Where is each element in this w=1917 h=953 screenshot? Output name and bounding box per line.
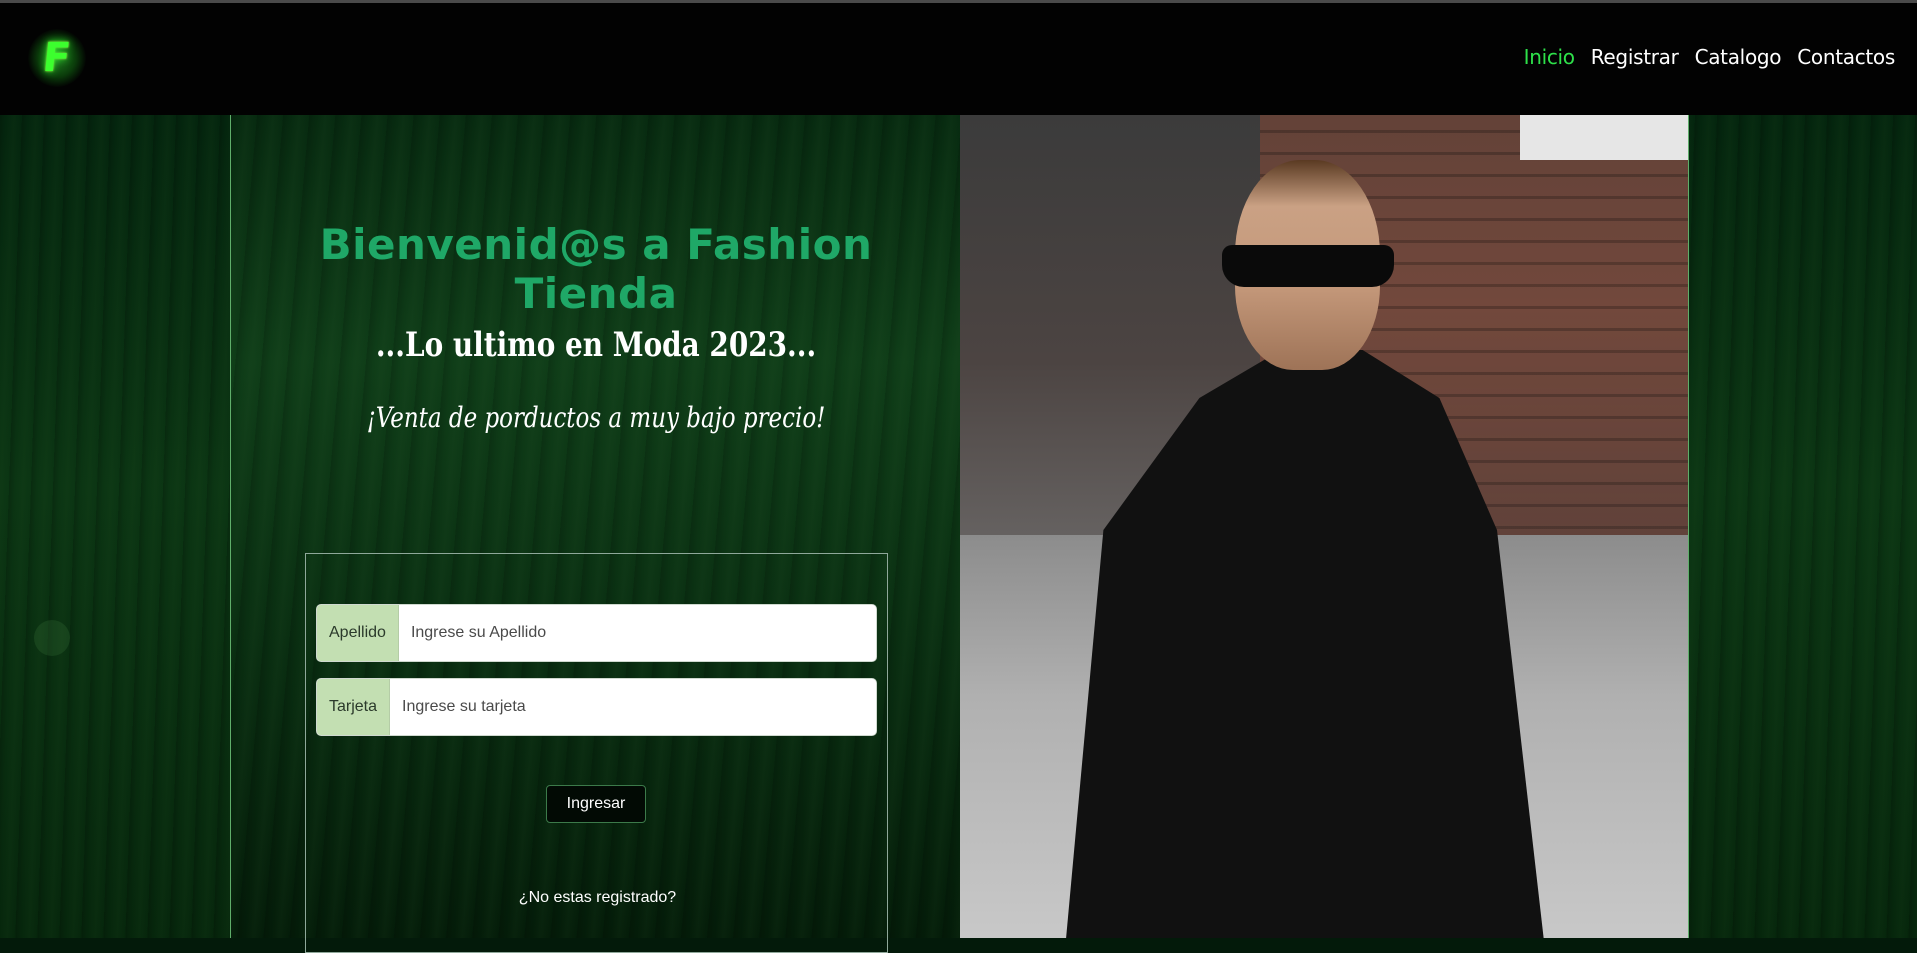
apellido-input-group: Apellido <box>316 604 877 662</box>
nav-link-registrar[interactable]: Registrar <box>1591 45 1679 69</box>
nav-link-inicio[interactable]: Inicio <box>1524 45 1575 69</box>
navbar: F Inicio Registrar Catalogo Contactos <box>0 3 1917 115</box>
register-link[interactable]: ¿No estas registrado? <box>306 889 889 907</box>
page-subtitle: ...Lo ultimo en Moda 2023... <box>375 325 817 365</box>
nav-links: Inicio Registrar Catalogo Contactos <box>1524 45 1896 69</box>
logo-letter: F <box>40 35 74 81</box>
decorative-dot <box>34 620 70 656</box>
tarjeta-input-group: Tarjeta <box>316 678 877 736</box>
logo[interactable]: F <box>28 29 86 87</box>
apellido-input[interactable] <box>398 605 876 661</box>
photo-sky <box>1520 115 1688 160</box>
nav-link-contactos[interactable]: Contactos <box>1797 45 1895 69</box>
page-tagline: ¡Venta de porductos a muy bajo precio! <box>366 401 826 434</box>
nav-link-catalogo[interactable]: Catalogo <box>1695 45 1782 69</box>
tarjeta-input[interactable] <box>390 679 876 735</box>
ingresar-button[interactable]: Ingresar <box>546 785 646 823</box>
login-form: Apellido Tarjeta Ingresar ¿No estas regi… <box>305 553 888 953</box>
hero-panel: Bienvenid@s a Fashion Tienda ...Lo ultim… <box>230 115 960 953</box>
photo-sunglasses <box>1222 245 1394 287</box>
hero-photo <box>960 115 1689 938</box>
apellido-label: Apellido <box>317 605 399 661</box>
tarjeta-label: Tarjeta <box>317 679 391 735</box>
page-title: Bienvenid@s a Fashion Tienda <box>319 220 873 318</box>
